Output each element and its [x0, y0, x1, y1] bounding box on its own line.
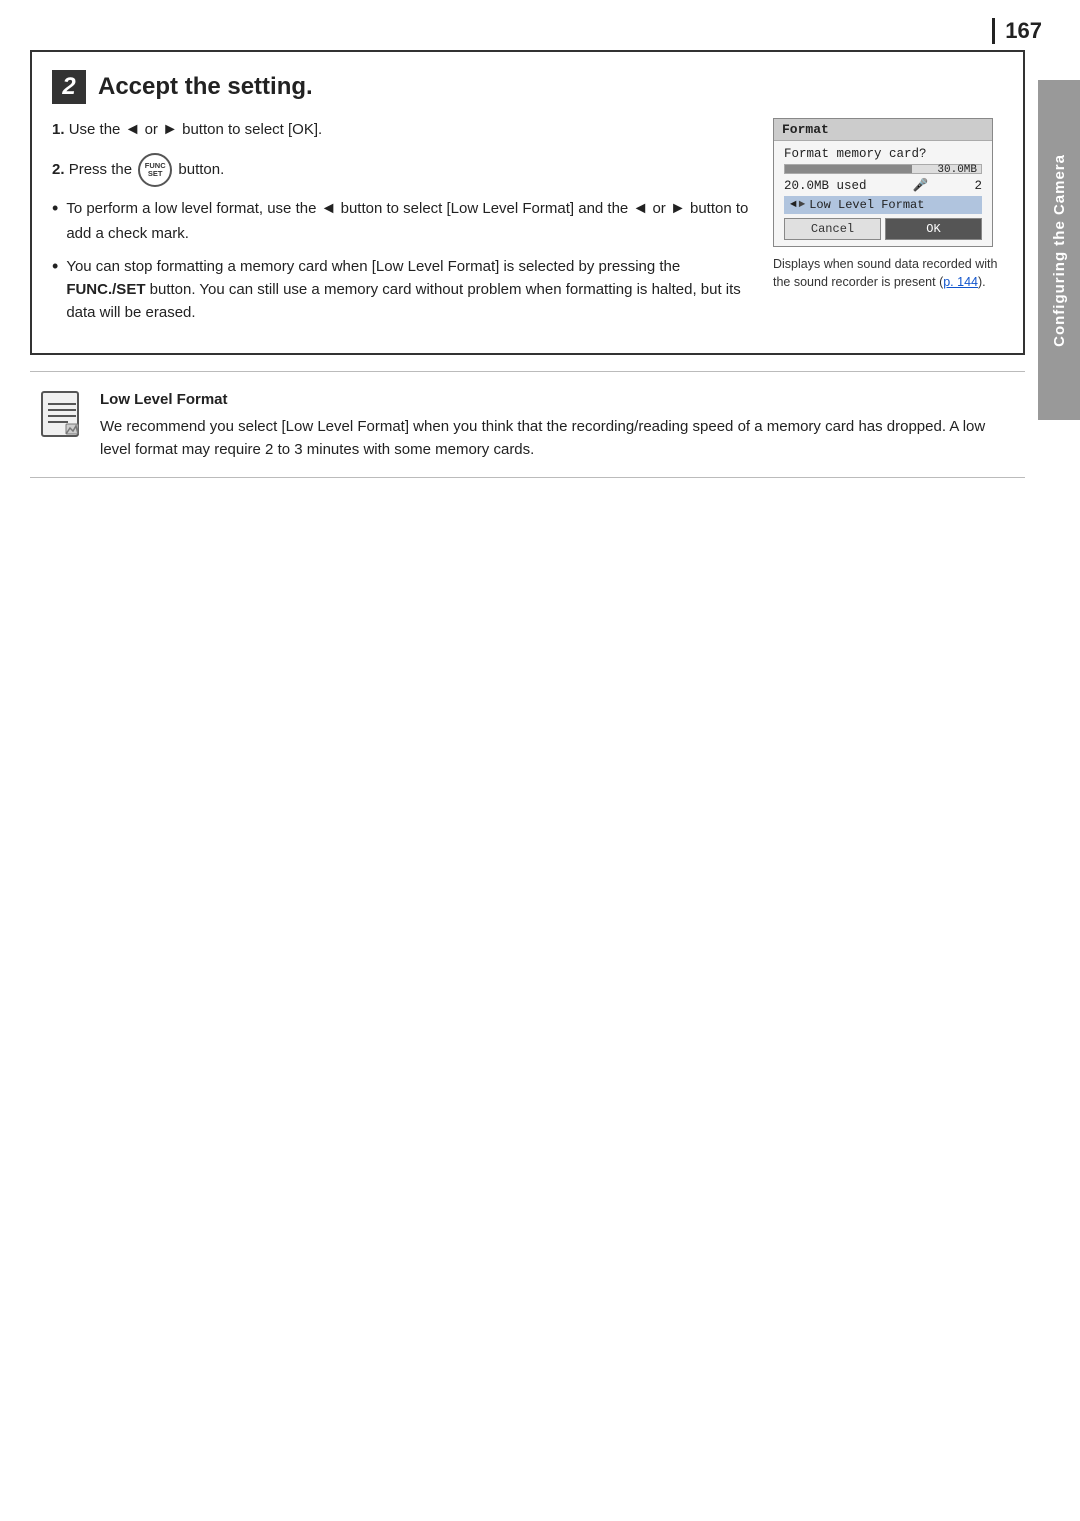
screen-caption: Displays when sound data recorded with t… — [773, 255, 1003, 291]
func-set-bold-text: FUNC./SET — [66, 281, 145, 298]
note-body: We recommend you select [Low Level Forma… — [100, 415, 1015, 462]
screen-question-row: Format memory card? — [784, 147, 982, 161]
screen-progress-fill — [785, 165, 912, 173]
screen-question: Format memory card? — [784, 147, 927, 161]
bullet-1-text: To perform a low level format, use the ◄… — [66, 197, 753, 245]
step-body: 1. Use the ◄ or ► button to select [OK].… — [52, 118, 1003, 335]
screen-body: Format memory card? 30.0MB 20.0MB used 🎤… — [774, 141, 992, 246]
bullet-list: • To perform a low level format, use the… — [52, 197, 753, 325]
arrow-left-icon-1: ◄ — [125, 121, 141, 138]
note-content: Low Level Format We recommend you select… — [100, 388, 1015, 462]
screen-title: Format — [774, 119, 992, 141]
screen-buttons-row: Cancel OK — [784, 218, 982, 240]
step-header: 2 Accept the setting. — [52, 70, 1003, 104]
note-document-icon — [40, 390, 84, 442]
screen-storage-size: 30.0MB — [937, 164, 977, 176]
bullet-dot-1: • — [52, 199, 58, 217]
screen-arrow-right-icon: ► — [799, 199, 806, 211]
camera-screen: Format Format memory card? 30.0MB 20.0MB… — [773, 118, 993, 247]
instruction-2-num: 2. — [52, 161, 65, 178]
or-text-1: or — [145, 121, 163, 138]
step-title: Accept the setting. — [98, 73, 313, 101]
step-left: 1. Use the ◄ or ► button to select [OK].… — [52, 118, 753, 335]
bullet-dot-2: • — [52, 257, 58, 275]
func-set-button-icon: FUNCSET — [138, 153, 172, 187]
instruction-2-suffix: button. — [178, 161, 224, 178]
step-right: Format Format memory card? 30.0MB 20.0MB… — [773, 118, 1003, 335]
bullet-item-2: • You can stop formatting a memory card … — [52, 255, 753, 325]
arrow-right-icon-1: ► — [162, 121, 178, 138]
screen-ok-button[interactable]: OK — [885, 218, 982, 240]
func-btn-label: FUNCSET — [145, 162, 166, 179]
arrow-left-icon-3: ◄ — [632, 200, 648, 217]
arrow-left-icon-2: ◄ — [321, 200, 337, 217]
instruction-1-suffix: button to select [OK]. — [182, 121, 322, 138]
screen-arrow-left-icon: ◄ — [790, 199, 797, 211]
instruction-1-prefix: Use the — [69, 121, 125, 138]
screen-progress-bar: 30.0MB — [784, 164, 982, 174]
note-title: Low Level Format — [100, 388, 1015, 411]
instruction-2-prefix: Press the — [69, 161, 137, 178]
arrow-right-icon-2: ► — [670, 200, 686, 217]
instruction-1: 1. Use the ◄ or ► button to select [OK]. — [52, 118, 753, 143]
sidebar-label: Configuring the Camera — [1038, 80, 1080, 420]
main-content: 2 Accept the setting. 1. Use the ◄ or ► … — [30, 0, 1025, 1521]
screen-mic-icon: 🎤 — [913, 178, 929, 193]
or-text-2: or — [652, 200, 670, 217]
bullet-2-text: You can stop formatting a memory card wh… — [66, 255, 753, 325]
screen-low-level-row: ◄ ► Low Level Format — [784, 196, 982, 214]
step-section: 2 Accept the setting. 1. Use the ◄ or ► … — [30, 50, 1025, 355]
screen-caption-link[interactable]: p. 144 — [943, 275, 978, 289]
screen-used-row: 20.0MB used 🎤 2 — [784, 178, 982, 193]
screen-cancel-button[interactable]: Cancel — [784, 218, 881, 240]
step-number: 2 — [52, 70, 86, 104]
screen-used-label: 20.0MB used — [784, 179, 867, 193]
bullet-item-1: • To perform a low level format, use the… — [52, 197, 753, 245]
screen-mic-number: 2 — [974, 179, 982, 193]
screen-low-level-label: Low Level Format — [809, 198, 924, 212]
note-section: Low Level Format We recommend you select… — [30, 372, 1025, 479]
instruction-1-num: 1. — [52, 121, 65, 138]
instruction-2: 2. Press the FUNCSET button. — [52, 153, 753, 187]
